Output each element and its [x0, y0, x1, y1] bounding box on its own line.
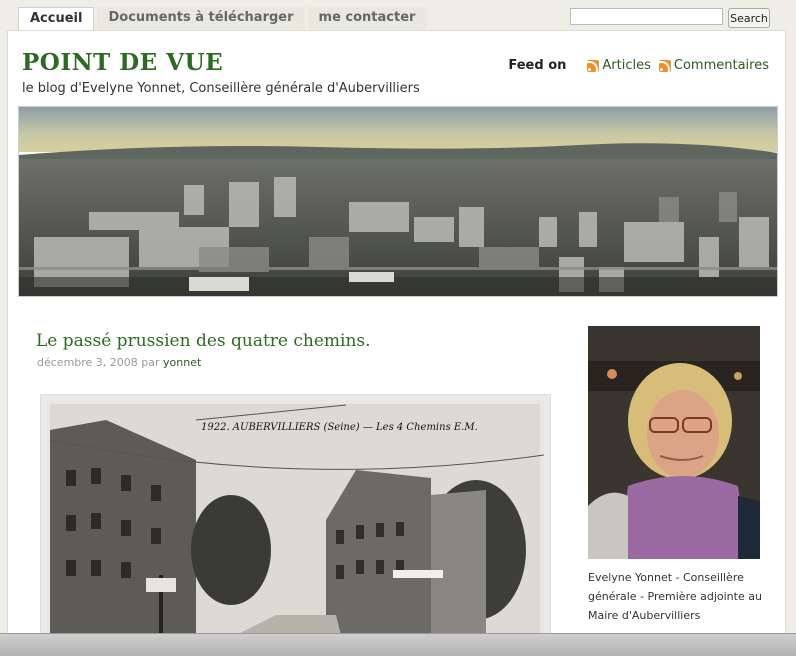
feed-articles-label: Articles	[602, 58, 651, 73]
header-banner-image	[18, 106, 778, 297]
post-by: par	[141, 356, 160, 369]
feeds: Feed on Articles Commentaires	[508, 58, 773, 73]
post-image-frame: 1922. AUBERVILLIERS (Seine) — Les 4 Chem…	[40, 394, 551, 656]
feed-comments-link[interactable]: Commentaires	[658, 58, 769, 73]
post-title[interactable]: Le passé prussien des quatre chemins.	[36, 331, 371, 351]
feed-articles-link[interactable]: Articles	[587, 58, 651, 73]
tab-accueil[interactable]: Accueil	[18, 7, 95, 31]
rss-icon	[587, 59, 600, 72]
rss-icon	[658, 59, 671, 72]
author-portrait	[588, 326, 760, 559]
post-meta: décembre 3, 2008 par yonnet	[37, 356, 201, 369]
post-date: décembre 3, 2008	[37, 356, 138, 369]
browser-status-bar	[0, 633, 796, 656]
page-container: POINT DE VUE le blog d'Evelyne Yonnet, C…	[7, 30, 786, 656]
portrait-caption: Evelyne Yonnet - Conseillère générale - …	[588, 571, 762, 622]
main-nav: Accueil Documents à télécharger me conta…	[18, 7, 429, 31]
feed-comments-label: Commentaires	[673, 58, 769, 73]
postcard-caption: 1922. AUBERVILLIERS (Seine) — Les 4 Chem…	[201, 422, 478, 433]
tab-documents[interactable]: Documents à télécharger	[97, 7, 305, 29]
post-author-link[interactable]: yonnet	[163, 356, 201, 369]
feed-on-label: Feed on	[508, 58, 567, 73]
tab-contact[interactable]: me contacter	[307, 7, 427, 29]
blog-title[interactable]: POINT DE VUE	[22, 49, 223, 76]
search-input[interactable]	[570, 8, 723, 25]
blog-description: le blog d'Evelyne Yonnet, Conseillère gé…	[22, 81, 420, 96]
post-image[interactable]: 1922. AUBERVILLIERS (Seine) — Les 4 Chem…	[46, 400, 544, 655]
search-button[interactable]: Search	[728, 8, 770, 28]
